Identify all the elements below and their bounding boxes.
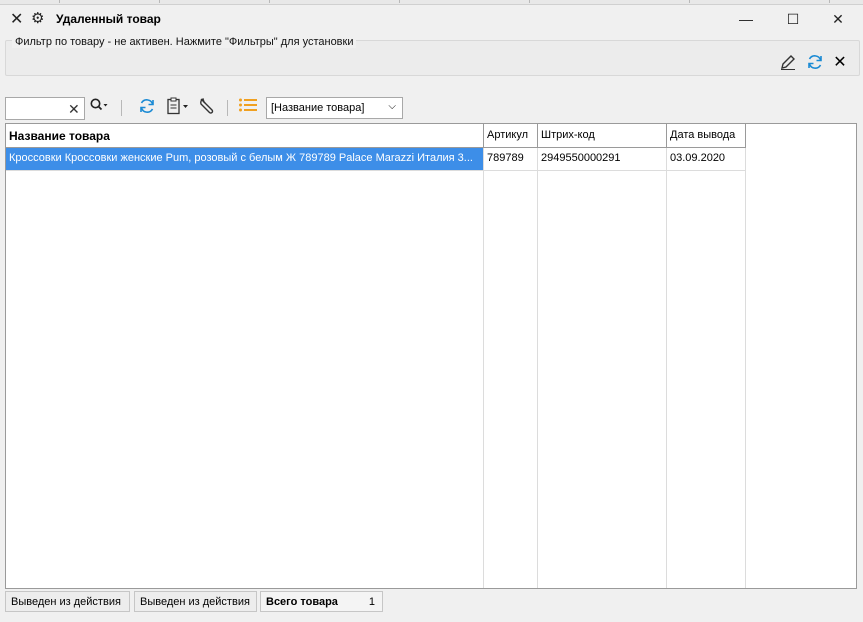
- column-divider: [484, 124, 538, 588]
- column-divider: [6, 124, 484, 588]
- column-header-name[interactable]: Название товара: [6, 124, 484, 148]
- toolbar-separator: [121, 100, 122, 116]
- list-icon[interactable]: [237, 97, 259, 119]
- column-divider: [667, 124, 746, 588]
- toolbar-separator: [227, 100, 228, 116]
- minimize-button[interactable]: —: [724, 5, 768, 33]
- clear-filter-icon[interactable]: ✕: [830, 53, 850, 73]
- search-icon[interactable]: [88, 97, 110, 119]
- sort-field-value: [Название товара]: [271, 102, 365, 114]
- table-row-name-cell[interactable]: Кроссовки Кроссовки женские Pum, розовый…: [6, 148, 484, 171]
- toolbar: ✕ [Название товара] ⌵: [5, 96, 860, 122]
- table-row-barcode-cell[interactable]: 2949550000291: [538, 148, 667, 171]
- search-input[interactable]: [8, 100, 64, 117]
- refresh-icon[interactable]: [137, 97, 157, 119]
- column-header-barcode[interactable]: Штрих-код: [538, 124, 667, 148]
- maximize-button[interactable]: ☐: [771, 5, 815, 33]
- status-total-value: 1: [368, 596, 375, 608]
- sort-field-select[interactable]: [Название товара] ⌵: [266, 97, 403, 119]
- column-header-date[interactable]: Дата вывода: [667, 124, 746, 148]
- wrench-icon[interactable]: [197, 97, 219, 119]
- search-box: ✕: [5, 97, 85, 120]
- status-tab-retired-2[interactable]: Выведен из действия: [134, 591, 257, 612]
- clipboard-icon[interactable]: [164, 97, 192, 119]
- title-bar: ✕ ⚙ Удаленный товар — ☐ ✕: [0, 5, 863, 35]
- column-header-article[interactable]: Артикул: [484, 124, 538, 148]
- refresh-icon[interactable]: [805, 53, 825, 73]
- window-title: Удаленный товар: [56, 12, 161, 26]
- gear-icon[interactable]: ⚙: [31, 11, 47, 27]
- table-row-date-cell[interactable]: 03.09.2020: [667, 148, 746, 171]
- close-button[interactable]: ✕: [816, 5, 860, 33]
- close-icon[interactable]: ✕: [10, 12, 24, 28]
- column-divider: [538, 124, 667, 588]
- products-table: Название товара Артикул Штрих-код Дата в…: [5, 123, 857, 589]
- chevron-down-icon: ⌵: [388, 101, 396, 112]
- table-row-article-cell[interactable]: 789789: [484, 148, 538, 171]
- status-bar: Выведен из действия Выведен из действия …: [5, 591, 860, 613]
- status-total-label: Всего товара: [266, 596, 338, 608]
- clear-icon[interactable]: ✕: [68, 100, 82, 118]
- filter-status-text: Фильтр по товару - не активен. Нажмите "…: [12, 36, 357, 48]
- edit-pencil-icon[interactable]: [778, 53, 798, 73]
- status-total: Всего товара 1: [260, 591, 383, 612]
- window: ✕ ⚙ Удаленный товар — ☐ ✕ Фильтр по това…: [0, 0, 863, 622]
- status-tab-retired[interactable]: Выведен из действия: [5, 591, 130, 612]
